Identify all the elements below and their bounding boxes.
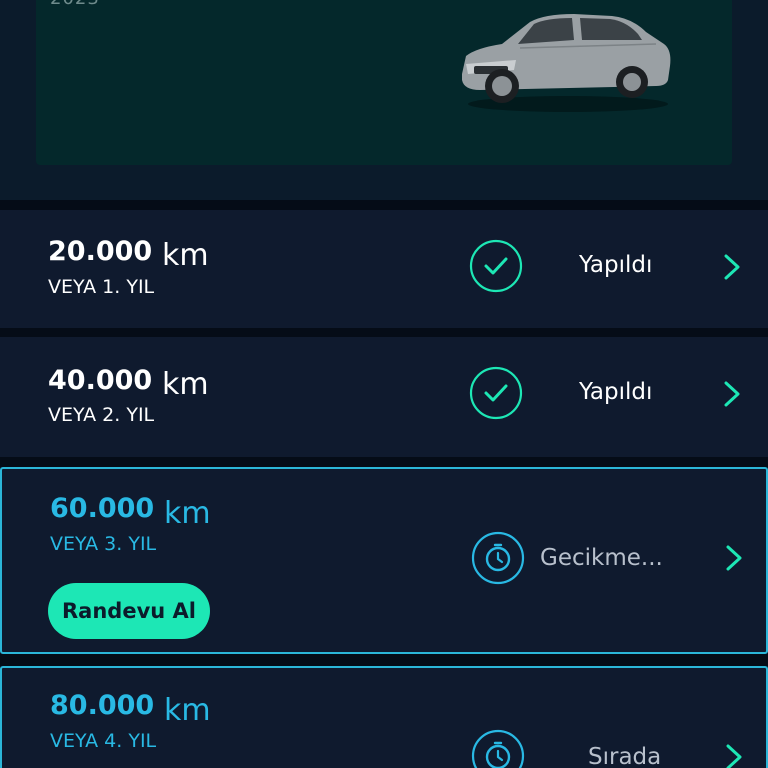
- row-divider: [0, 328, 768, 337]
- row-divider: [0, 457, 768, 467]
- check-circle-icon: [469, 366, 523, 420]
- year-label: VEYA 4. YIL: [50, 730, 157, 752]
- make-appointment-button[interactable]: Randevu Al: [48, 583, 210, 639]
- status-label: Yapıldı: [579, 252, 653, 278]
- km-unit: km: [164, 496, 211, 531]
- km-value: 80.000: [50, 690, 155, 721]
- km-unit: km: [164, 693, 211, 728]
- hero-section: 2023: [0, 0, 768, 200]
- maintenance-row-20000[interactable]: 20.000 km VEYA 1. YIL Yapıldı: [0, 210, 768, 328]
- km-unit: km: [162, 367, 209, 402]
- chevron-right-icon[interactable]: [722, 742, 746, 768]
- car-image: [462, 14, 671, 112]
- service-schedule-screen: 2023 20.000 km VEYA 1. YIL Y: [0, 0, 768, 768]
- chevron-right-icon[interactable]: [720, 252, 744, 282]
- row-divider: [0, 654, 768, 666]
- status-label: Sırada: [588, 744, 662, 768]
- year-label: VEYA 2. YIL: [48, 404, 155, 426]
- status-label: Gecikme...: [540, 545, 663, 571]
- chevron-right-icon[interactable]: [720, 379, 744, 409]
- vehicle-year: 2023: [50, 0, 100, 9]
- km-value: 40.000: [48, 365, 153, 396]
- year-label: VEYA 1. YIL: [48, 276, 155, 298]
- km-value: 20.000: [48, 236, 153, 267]
- timer-icon: [471, 531, 525, 585]
- maintenance-row-40000[interactable]: 40.000 km VEYA 2. YIL Yapıldı: [0, 337, 768, 457]
- chevron-right-icon[interactable]: [722, 543, 746, 573]
- year-label: VEYA 3. YIL: [50, 533, 157, 555]
- km-unit: km: [162, 238, 209, 273]
- timer-icon: [471, 729, 525, 768]
- status-label: Yapıldı: [579, 379, 653, 405]
- maintenance-row-80000[interactable]: 80.000 km VEYA 4. YIL Sırada: [0, 666, 768, 768]
- km-value: 60.000: [50, 493, 155, 524]
- maintenance-row-60000[interactable]: 60.000 km VEYA 3. YIL Randevu Al Gecikme…: [0, 467, 768, 654]
- check-circle-icon: [469, 239, 523, 293]
- vehicle-card[interactable]: 2023: [36, 0, 732, 165]
- section-divider: [0, 200, 768, 210]
